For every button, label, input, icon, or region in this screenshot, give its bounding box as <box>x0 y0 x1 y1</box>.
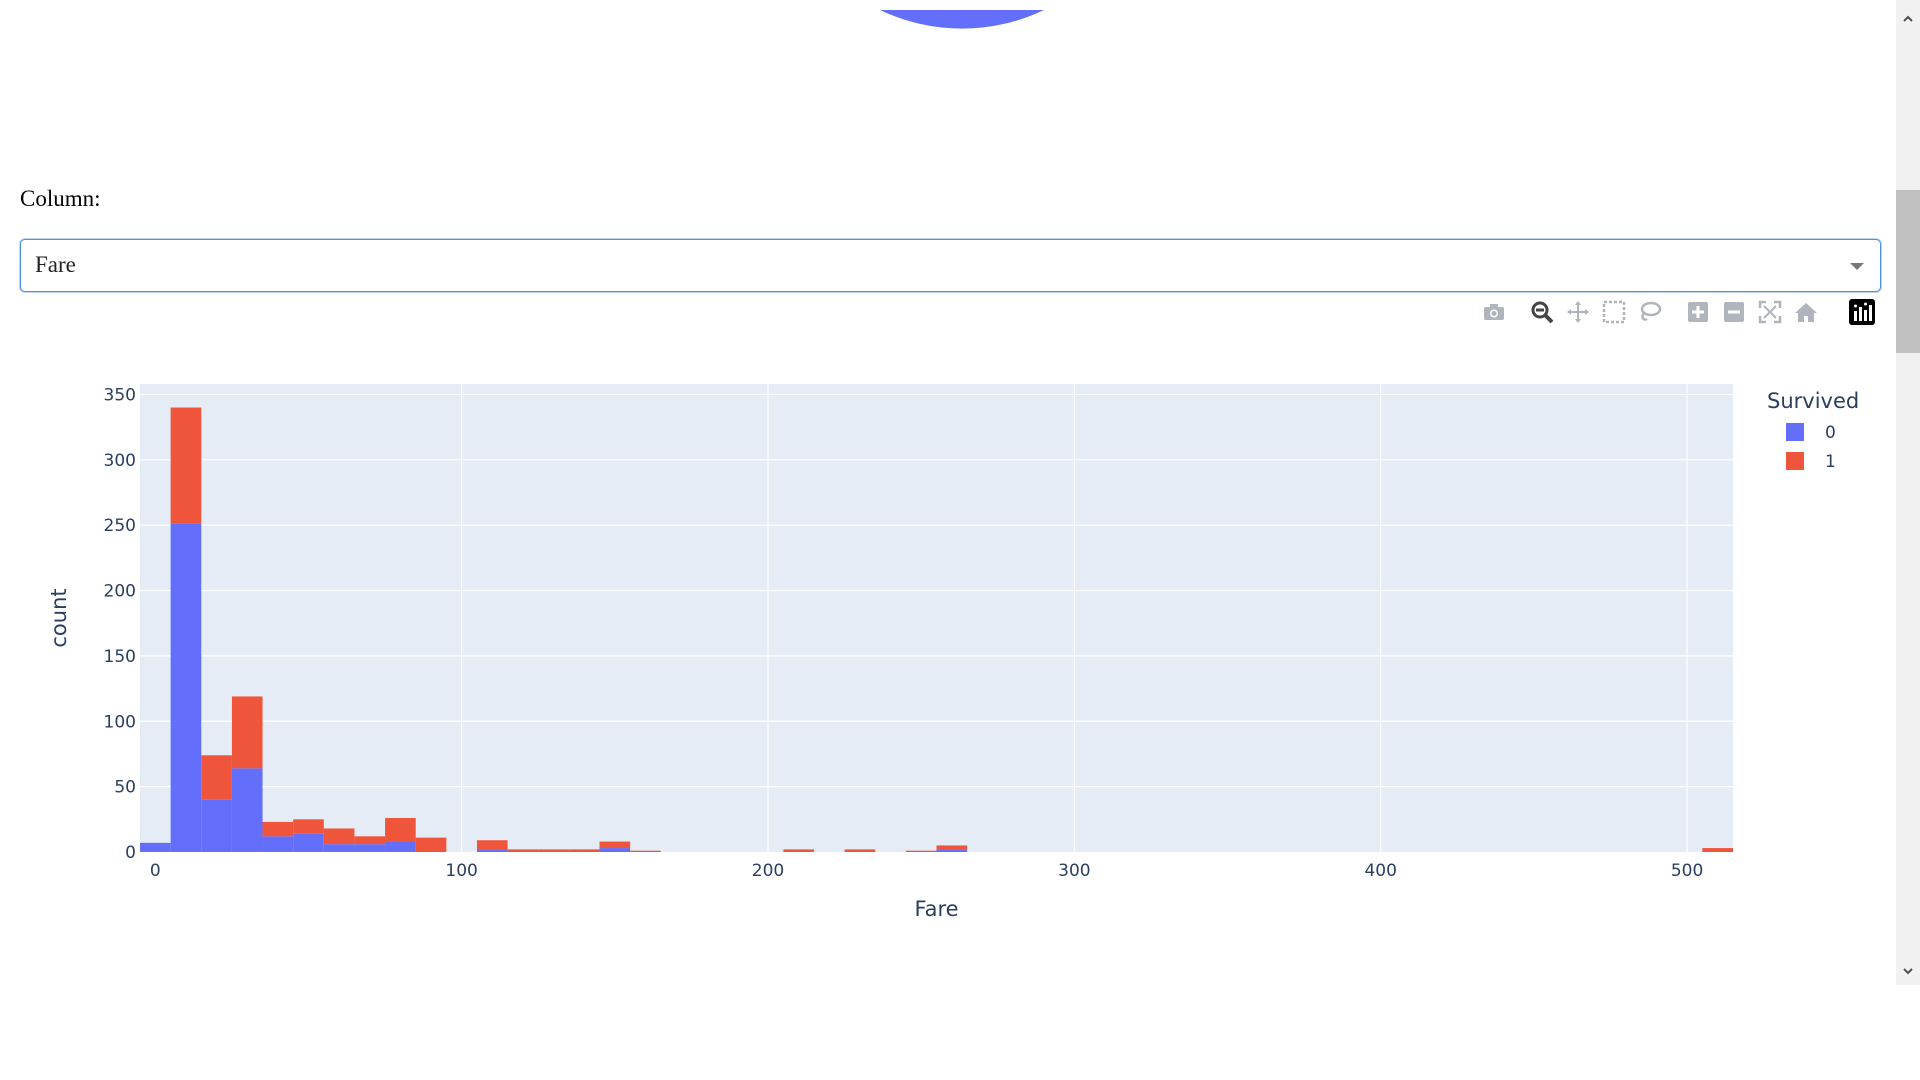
bar-survived-0[interactable] <box>354 844 386 852</box>
bar-survived-0[interactable] <box>262 836 294 852</box>
bar-survived-1[interactable] <box>936 845 968 850</box>
bar-survived-1[interactable] <box>354 836 386 845</box>
y-tick-label: 200 <box>104 582 136 602</box>
legend-swatch-1[interactable] <box>1786 452 1804 470</box>
pie-slice <box>880 10 1044 29</box>
bar-survived-1[interactable] <box>385 818 416 842</box>
bar-survived-1[interactable] <box>293 819 324 834</box>
page: Column: Fare 0 100 200 300 400 500 0 50 … <box>0 0 1920 1080</box>
plotly-logo-icon[interactable] <box>1848 298 1876 326</box>
bar-survived-1[interactable] <box>262 821 294 837</box>
legend-label-1[interactable]: 1 <box>1825 452 1836 472</box>
zoom-out-icon[interactable] <box>1720 298 1748 326</box>
bar-survived-0[interactable] <box>140 842 171 852</box>
bar-survived-0[interactable] <box>936 849 968 852</box>
column-dropdown[interactable]: Fare <box>20 239 1881 292</box>
bar-survived-0[interactable] <box>599 848 631 852</box>
bar-survived-1[interactable] <box>170 407 202 524</box>
y-tick-label: 50 <box>114 778 136 798</box>
y-axis-title: count <box>47 588 71 647</box>
bar-survived-0[interactable] <box>323 844 355 852</box>
bar-survived-1[interactable] <box>201 755 232 800</box>
legend: Survived 0 1 <box>1767 389 1859 472</box>
x-tick-label: 0 <box>150 861 161 881</box>
scrollbar-thumb[interactable] <box>1896 190 1920 353</box>
x-axis-title: Fare <box>914 897 958 921</box>
bar-survived-1[interactable] <box>568 849 600 852</box>
legend-label-0[interactable]: 0 <box>1825 423 1836 443</box>
bar-survived-1[interactable] <box>231 696 263 769</box>
scroll-up-icon[interactable] <box>1903 14 1913 24</box>
column-label: Column: <box>20 186 101 211</box>
x-tick-label: 500 <box>1671 861 1703 881</box>
y-tick-label: 350 <box>104 385 136 405</box>
reset-axes-icon[interactable] <box>1792 298 1820 326</box>
zoom-icon[interactable] <box>1528 298 1556 326</box>
x-tick-label: 300 <box>1058 861 1090 881</box>
bar-survived-0[interactable] <box>170 523 202 852</box>
bar-survived-1[interactable] <box>1702 848 1733 852</box>
x-axis-ticks: 0 100 200 300 400 500 <box>150 861 1703 881</box>
bar-survived-1[interactable] <box>538 849 569 852</box>
y-tick-label: 0 <box>125 843 136 863</box>
y-tick-label: 100 <box>104 712 136 732</box>
lasso-icon[interactable] <box>1636 298 1664 326</box>
x-tick-label: 400 <box>1364 861 1396 881</box>
y-tick-label: 250 <box>104 516 136 536</box>
bar-survived-0[interactable] <box>385 841 416 852</box>
bar-survived-1[interactable] <box>630 850 661 852</box>
bar-survived-1[interactable] <box>844 849 876 852</box>
y-tick-label: 150 <box>104 647 136 667</box>
x-tick-label: 100 <box>445 861 477 881</box>
legend-title: Survived <box>1767 389 1859 413</box>
camera-icon[interactable] <box>1480 298 1508 326</box>
bar-survived-1[interactable] <box>507 849 539 852</box>
autoscale-icon[interactable] <box>1756 298 1784 326</box>
bar-survived-0[interactable] <box>231 768 263 852</box>
y-tick-label: 300 <box>104 451 136 471</box>
bar-survived-1[interactable] <box>905 850 937 852</box>
pie-chart-fragment <box>880 10 1044 29</box>
plot-area[interactable] <box>140 384 1733 852</box>
bar-survived-1[interactable] <box>783 849 814 852</box>
bar-survived-0[interactable] <box>201 799 232 852</box>
bar-survived-1[interactable] <box>476 840 508 850</box>
legend-swatch-0[interactable] <box>1786 423 1804 441</box>
column-dropdown-value: Fare <box>35 252 76 277</box>
plot-modebar <box>1480 298 1880 326</box>
page-scrollbar[interactable] <box>1896 0 1920 985</box>
y-axis-ticks: 0 50 100 150 200 250 300 350 <box>104 385 136 863</box>
bar-survived-0[interactable] <box>293 833 324 852</box>
bar-survived-1[interactable] <box>323 828 355 845</box>
bar-survived-1[interactable] <box>415 837 447 852</box>
scroll-down-icon[interactable] <box>1903 966 1913 976</box>
pan-icon[interactable] <box>1564 298 1592 326</box>
box-select-icon[interactable] <box>1600 298 1628 326</box>
bar-survived-1[interactable] <box>599 841 631 849</box>
chevron-down-icon[interactable] <box>1850 263 1864 270</box>
zoom-in-icon[interactable] <box>1684 298 1712 326</box>
x-tick-label: 200 <box>752 861 784 881</box>
bar-survived-0[interactable] <box>476 849 508 852</box>
fare-histogram: 0 100 200 300 400 500 0 50 100 150 200 250 300 350 F… <box>47 384 1859 921</box>
